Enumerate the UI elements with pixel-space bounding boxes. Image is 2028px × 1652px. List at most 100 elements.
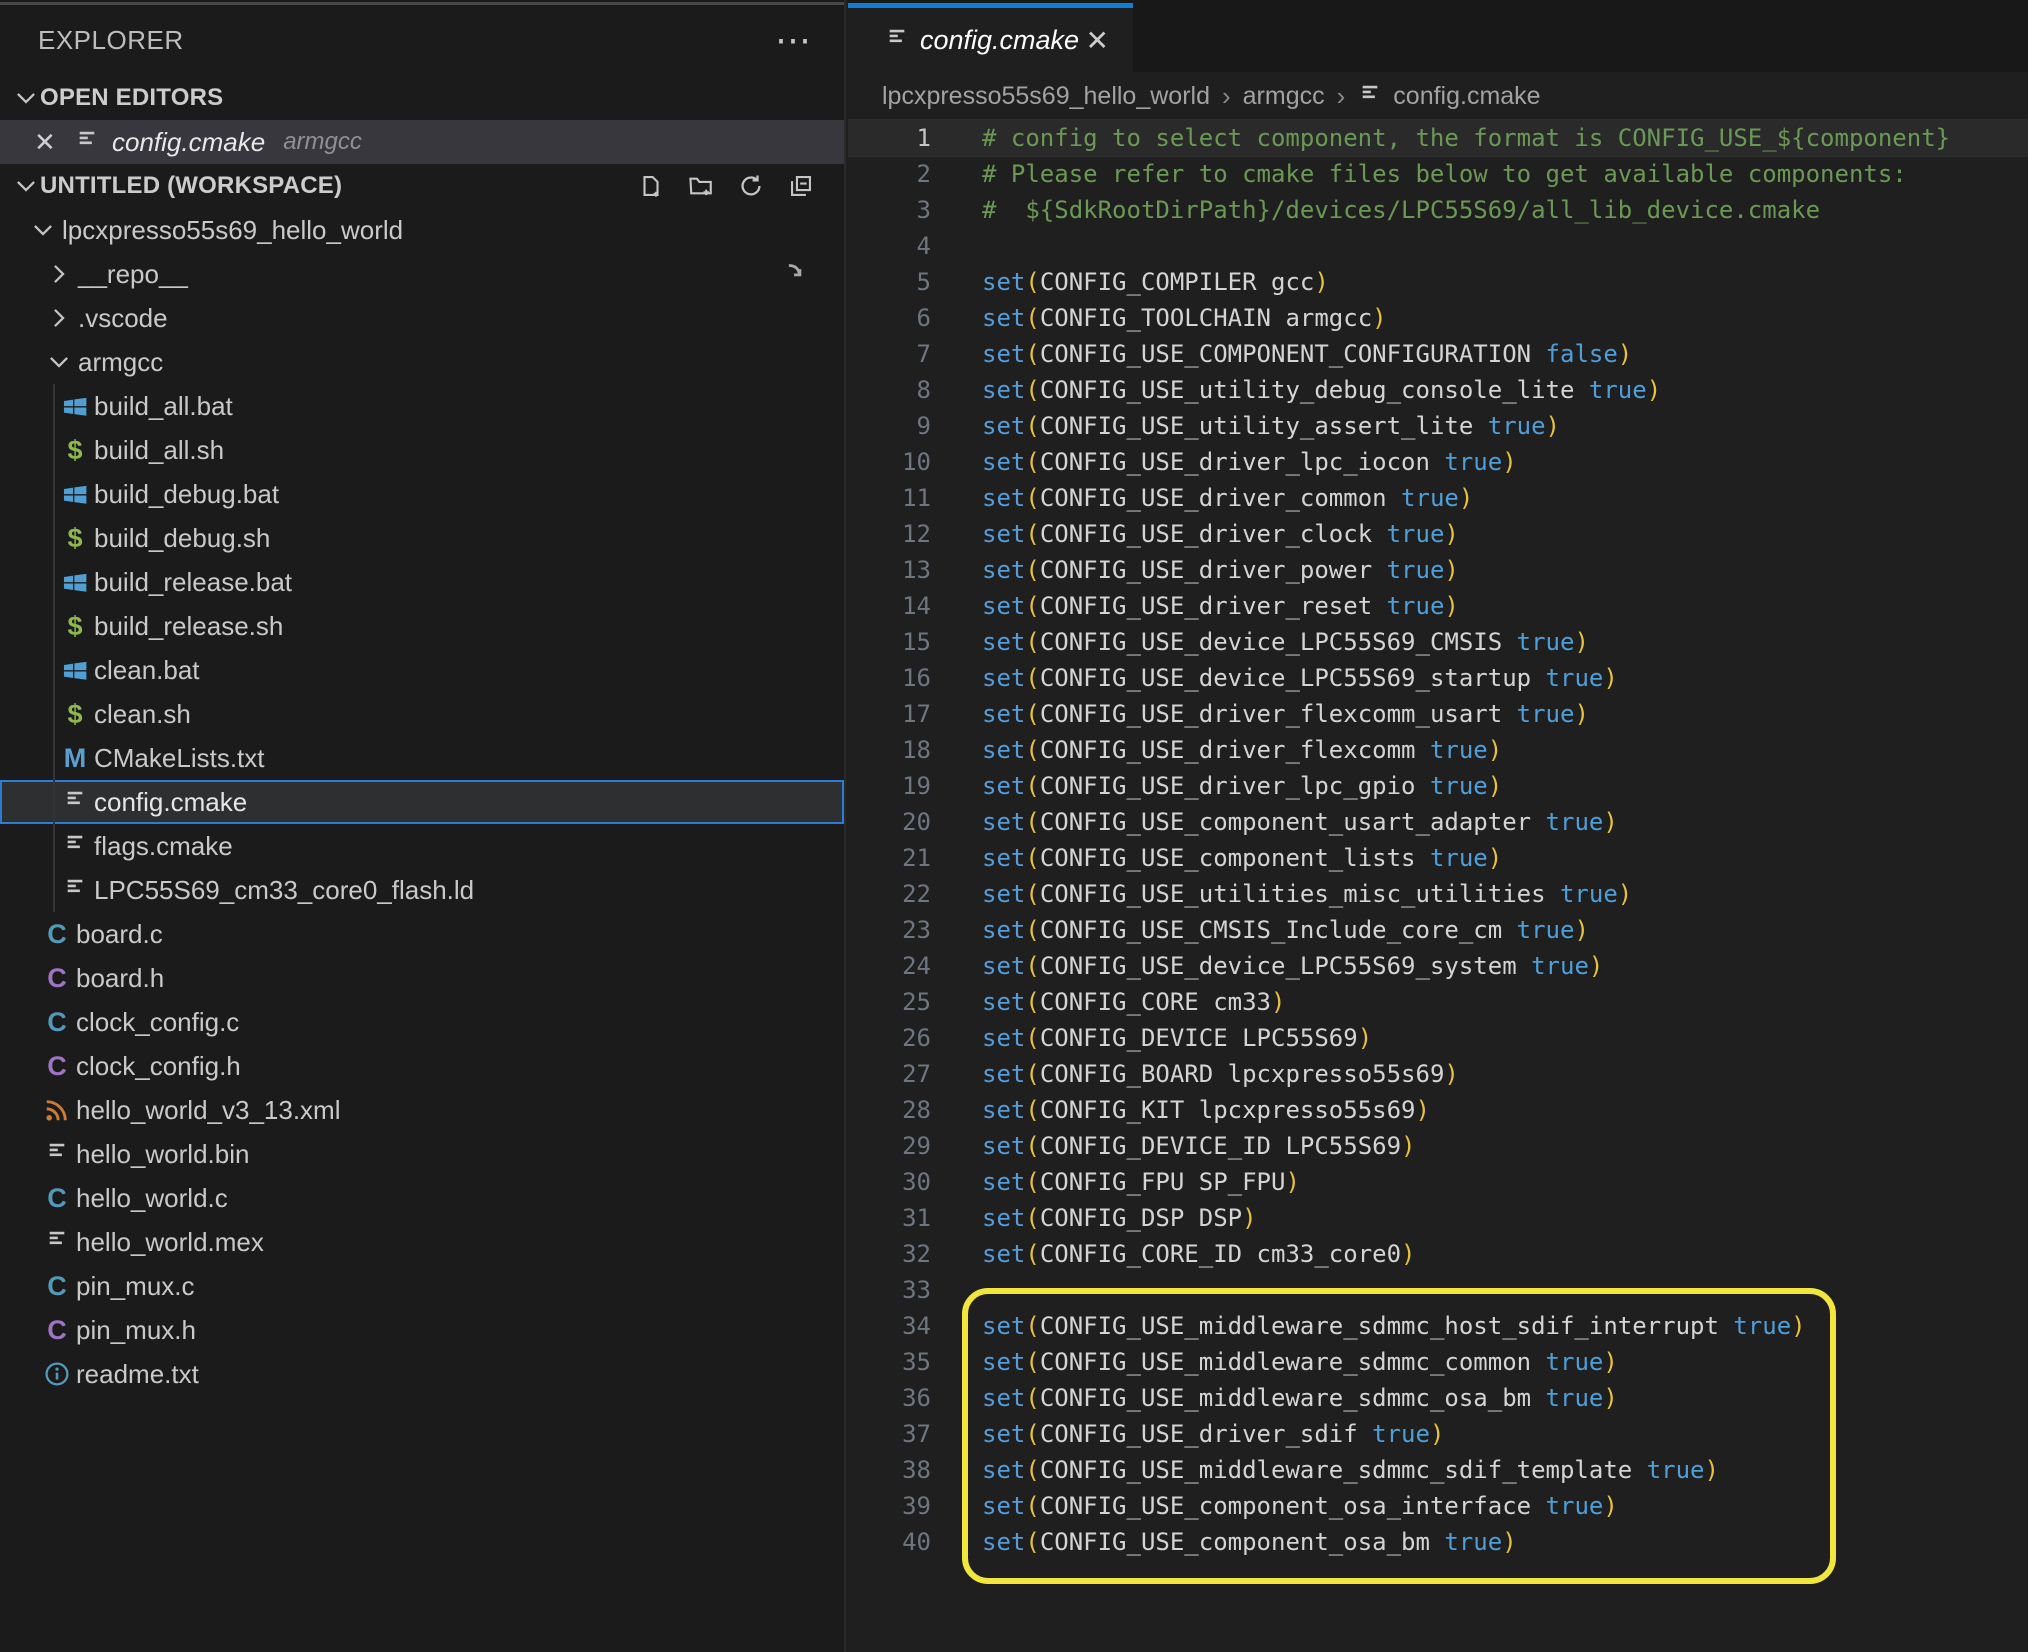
code-line-18[interactable]: 18set(CONFIG_USE_driver_flexcomm true)	[848, 732, 2028, 768]
code-line-28[interactable]: 28set(CONFIG_KIT lpcxpresso55s69)	[848, 1092, 2028, 1128]
code-line-8[interactable]: 8set(CONFIG_USE_utility_debug_console_li…	[848, 372, 2028, 408]
code-line-32[interactable]: 32set(CONFIG_CORE_ID cm33_core0)	[848, 1236, 2028, 1272]
code-line-4[interactable]: 4	[848, 228, 2028, 264]
code-line-1[interactable]: 1# config to select component, the forma…	[848, 120, 2028, 156]
new-folder-icon[interactable]	[684, 169, 718, 203]
code-line-16[interactable]: 16set(CONFIG_USE_device_LPC55S69_startup…	[848, 660, 2028, 696]
tree-file-board-c[interactable]: Cboard.c	[0, 912, 844, 956]
tree-file-build-debug-sh[interactable]: $build_debug.sh	[0, 516, 844, 560]
line-number: 21	[848, 840, 931, 876]
code-line-26[interactable]: 26set(CONFIG_DEVICE LPC55S69)	[848, 1020, 2028, 1056]
line-number: 28	[848, 1092, 931, 1128]
code-line-30[interactable]: 30set(CONFIG_FPU SP_FPU)	[848, 1164, 2028, 1200]
tree-file-hello-world-mex[interactable]: hello_world.mex	[0, 1220, 844, 1264]
line-content: # ${SdkRootDirPath}/devices/LPC55S69/all…	[931, 192, 1820, 228]
code-line-29[interactable]: 29set(CONFIG_DEVICE_ID LPC55S69)	[848, 1128, 2028, 1164]
code-line-2[interactable]: 2# Please refer to cmake files below to …	[848, 156, 2028, 192]
code-line-20[interactable]: 20set(CONFIG_USE_component_usart_adapter…	[848, 804, 2028, 840]
tree-file-hello-world-bin[interactable]: hello_world.bin	[0, 1132, 844, 1176]
tree-file-flags-cmake[interactable]: flags.cmake	[0, 824, 844, 868]
tree-file-config-cmake[interactable]: config.cmake	[0, 780, 844, 824]
workspace-header[interactable]: UNTITLED (WORKSPACE)	[0, 164, 844, 208]
code-line-17[interactable]: 17set(CONFIG_USE_driver_flexcomm_usart t…	[848, 696, 2028, 732]
code-line-9[interactable]: 9set(CONFIG_USE_utility_assert_lite true…	[848, 408, 2028, 444]
tree-folder--vscode[interactable]: .vscode	[0, 296, 844, 340]
code-line-39[interactable]: 39set(CONFIG_USE_component_osa_interface…	[848, 1488, 2028, 1524]
new-file-icon[interactable]	[634, 169, 668, 203]
tree-file-hello-world-c[interactable]: Chello_world.c	[0, 1176, 844, 1220]
code-line-36[interactable]: 36set(CONFIG_USE_middleware_sdmmc_osa_bm…	[848, 1380, 2028, 1416]
code-line-15[interactable]: 15set(CONFIG_USE_device_LPC55S69_CMSIS t…	[848, 624, 2028, 660]
tree-folder-armgcc[interactable]: armgcc	[0, 340, 844, 384]
line-number: 40	[848, 1524, 931, 1560]
tree-file-pin-mux-h[interactable]: Cpin_mux.h	[0, 1308, 844, 1352]
open-editor-item[interactable]: ✕ config.cmake armgcc	[0, 120, 844, 164]
refresh-icon[interactable]	[734, 169, 768, 203]
code-line-40[interactable]: 40set(CONFIG_USE_component_osa_bm true)	[848, 1524, 2028, 1560]
info-icon	[42, 1361, 72, 1387]
code-line-5[interactable]: 5set(CONFIG_COMPILER gcc)	[848, 264, 2028, 300]
tree-file-build-release-sh[interactable]: $build_release.sh	[0, 604, 844, 648]
line-content: set(CONFIG_USE_driver_clock true)	[931, 516, 1459, 552]
code-line-38[interactable]: 38set(CONFIG_USE_middleware_sdmmc_sdif_t…	[848, 1452, 2028, 1488]
file-icon	[60, 789, 90, 815]
breadcrumb-item[interactable]: lpcxpresso55s69_hello_world	[882, 82, 1210, 111]
code-line-10[interactable]: 10set(CONFIG_USE_driver_lpc_iocon true)	[848, 444, 2028, 480]
tree-file-clock-config-c[interactable]: Cclock_config.c	[0, 1000, 844, 1044]
code-line-34[interactable]: 34set(CONFIG_USE_middleware_sdmmc_host_s…	[848, 1308, 2028, 1344]
code-line-25[interactable]: 25set(CONFIG_CORE cm33)	[848, 984, 2028, 1020]
code-line-21[interactable]: 21set(CONFIG_USE_component_lists true)	[848, 840, 2028, 876]
tree-file-cmakelists-txt[interactable]: MCMakeLists.txt	[0, 736, 844, 780]
code-line-11[interactable]: 11set(CONFIG_USE_driver_common true)	[848, 480, 2028, 516]
tree-file-clock-config-h[interactable]: Cclock_config.h	[0, 1044, 844, 1088]
tree-item-label: build_all.sh	[94, 435, 224, 466]
more-actions-icon[interactable]: ⋯	[775, 30, 814, 50]
code-editor[interactable]: 1# config to select component, the forma…	[848, 120, 2028, 1560]
code-line-22[interactable]: 22set(CONFIG_USE_utilities_misc_utilitie…	[848, 876, 2028, 912]
tree-item-label: lpcxpresso55s69_hello_world	[62, 215, 403, 246]
breadcrumb-item[interactable]: config.cmake	[1393, 82, 1540, 111]
code-line-3[interactable]: 3# ${SdkRootDirPath}/devices/LPC55S69/al…	[848, 192, 2028, 228]
open-editors-header[interactable]: OPEN EDITORS	[0, 76, 844, 120]
tree-file-board-h[interactable]: Cboard.h	[0, 956, 844, 1000]
tree-folder-lpcxpresso55s69-hello-world[interactable]: lpcxpresso55s69_hello_world	[0, 208, 844, 252]
line-number: 29	[848, 1128, 931, 1164]
close-icon[interactable]: ✕	[1086, 24, 1109, 57]
breadcrumb-item[interactable]: armgcc	[1243, 82, 1325, 111]
tree-file-pin-mux-c[interactable]: Cpin_mux.c	[0, 1264, 844, 1308]
code-line-7[interactable]: 7set(CONFIG_USE_COMPONENT_CONFIGURATION …	[848, 336, 2028, 372]
tree-file-build-debug-bat[interactable]: build_debug.bat	[0, 472, 844, 516]
close-icon[interactable]: ✕	[34, 127, 74, 158]
code-line-31[interactable]: 31set(CONFIG_DSP DSP)	[848, 1200, 2028, 1236]
code-line-24[interactable]: 24set(CONFIG_USE_device_LPC55S69_system …	[848, 948, 2028, 984]
tree-item-label: build_release.sh	[94, 611, 283, 642]
code-line-14[interactable]: 14set(CONFIG_USE_driver_reset true)	[848, 588, 2028, 624]
tree-file-clean-sh[interactable]: $clean.sh	[0, 692, 844, 736]
code-line-35[interactable]: 35set(CONFIG_USE_middleware_sdmmc_common…	[848, 1344, 2028, 1380]
code-line-33[interactable]: 33	[848, 1272, 2028, 1308]
tree-file-clean-bat[interactable]: clean.bat	[0, 648, 844, 692]
tree-file-hello-world-v3-13-xml[interactable]: hello_world_v3_13.xml	[0, 1088, 844, 1132]
tree-folder--repo-[interactable]: __repo__	[0, 252, 844, 296]
line-number: 6	[848, 300, 931, 336]
code-line-27[interactable]: 27set(CONFIG_BOARD lpcxpresso55s69)	[848, 1056, 2028, 1092]
code-line-12[interactable]: 12set(CONFIG_USE_driver_clock true)	[848, 516, 2028, 552]
code-line-23[interactable]: 23set(CONFIG_USE_CMSIS_Include_core_cm t…	[848, 912, 2028, 948]
editor-pane: config.cmake ✕ lpcxpresso55s69_hello_wor…	[848, 0, 2028, 1652]
line-number: 38	[848, 1452, 931, 1488]
code-line-19[interactable]: 19set(CONFIG_USE_driver_lpc_gpio true)	[848, 768, 2028, 804]
code-line-13[interactable]: 13set(CONFIG_USE_driver_power true)	[848, 552, 2028, 588]
code-line-6[interactable]: 6set(CONFIG_TOOLCHAIN armgcc)	[848, 300, 2028, 336]
line-content: set(CONFIG_USE_COMPONENT_CONFIGURATION f…	[931, 336, 1632, 372]
tree-file-build-all-bat[interactable]: build_all.bat	[0, 384, 844, 428]
shell-icon: $	[60, 523, 90, 554]
tree-file-lpc55s69-cm33-core0-flash-ld[interactable]: LPC55S69_cm33_core0_flash.ld	[0, 868, 844, 912]
tree-file-readme-txt[interactable]: readme.txt	[0, 1352, 844, 1396]
tree-file-build-release-bat[interactable]: build_release.bat	[0, 560, 844, 604]
breadcrumb: lpcxpresso55s69_hello_world›armgcc›confi…	[848, 72, 2028, 120]
code-line-37[interactable]: 37set(CONFIG_USE_driver_sdif true)	[848, 1416, 2028, 1452]
line-content: set(CONFIG_USE_device_LPC55S69_startup t…	[931, 660, 1618, 696]
tree-file-build-all-sh[interactable]: $build_all.sh	[0, 428, 844, 472]
collapse-all-icon[interactable]	[784, 169, 818, 203]
tab-config-cmake[interactable]: config.cmake ✕	[848, 3, 1133, 72]
